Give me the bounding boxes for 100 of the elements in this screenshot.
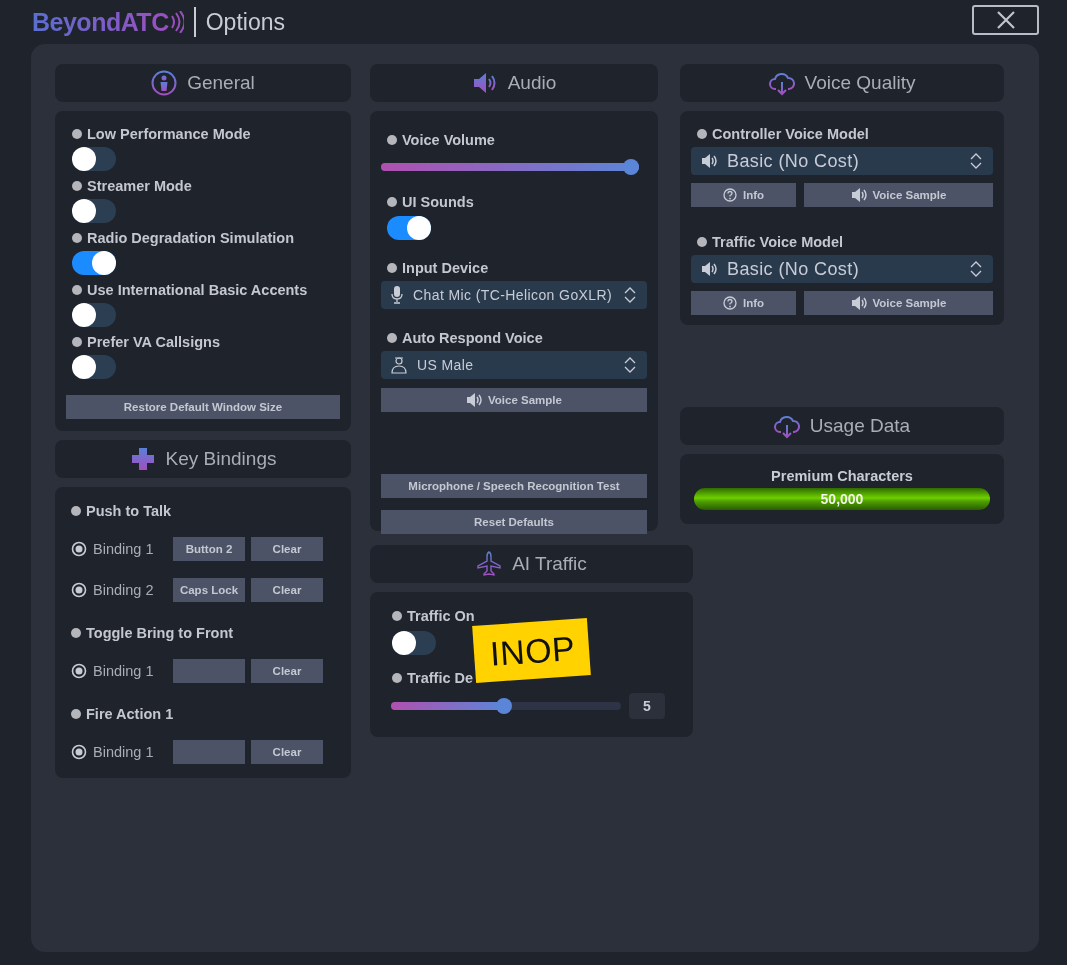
bullet-icon (72, 285, 82, 295)
radio-icon (71, 744, 87, 760)
speaker-icon (701, 154, 717, 168)
up-down-icon (623, 356, 637, 374)
bullet-icon (72, 233, 82, 243)
setting-label: Traffic On (407, 608, 475, 624)
usage-meter: 50,000 (694, 488, 990, 510)
close-button[interactable] (972, 5, 1039, 35)
setting-label: Toggle Bring to Front (86, 625, 234, 641)
action-button[interactable]: Reset Defaults (381, 510, 647, 534)
section-title: AI Traffic (512, 553, 587, 575)
bullet-icon (697, 129, 707, 139)
bullet-icon (72, 181, 82, 191)
up-down-icon (969, 260, 983, 278)
section-title: Usage Data (809, 415, 911, 437)
key-field[interactable]: Caps Lock (173, 578, 245, 602)
section-title: Audio (507, 72, 557, 94)
voice-model-dropdown[interactable]: Basic (No Cost) (691, 255, 993, 283)
setting-label: Input Device (402, 260, 489, 276)
pilot-icon (391, 356, 407, 374)
clear-button[interactable]: Clear (251, 740, 323, 764)
slider-thumb[interactable] (495, 698, 512, 714)
setting-label: Fire Action 1 (86, 706, 174, 722)
bullet-icon (71, 709, 81, 719)
info-button[interactable]: Info (691, 183, 796, 207)
radio-icon (71, 663, 87, 679)
setting-label: Push to Talk (86, 503, 172, 519)
bullet-icon (392, 611, 402, 621)
up-down-icon (623, 286, 637, 304)
slider[interactable] (381, 159, 639, 175)
binding-label: Binding 2 (93, 582, 154, 598)
bullet-icon (387, 135, 397, 145)
cloud-download-icon (773, 413, 800, 439)
toggle-switch[interactable] (392, 631, 436, 655)
close-icon (995, 10, 1016, 30)
binding-label: Binding 1 (93, 663, 154, 679)
meter-label: Premium Characters (770, 468, 914, 484)
cloud-download-icon (768, 70, 795, 96)
setting-label: Streamer Mode (87, 178, 192, 194)
voice-sample-button[interactable]: Voice Sample (804, 291, 993, 315)
value-display: 5 (629, 693, 665, 719)
toggle-switch[interactable] (72, 303, 116, 327)
bullet-icon (72, 337, 82, 347)
voice-model-dropdown[interactable]: Basic (No Cost) (691, 147, 993, 175)
bullet-icon (697, 237, 707, 247)
setting-label: Controller Voice Model (712, 126, 869, 142)
speaker-icon (850, 296, 867, 310)
section-title: General (187, 72, 255, 94)
setting-label: Prefer VA Callsigns (87, 334, 220, 350)
window-title: Options (205, 8, 285, 36)
binding-label: Binding 1 (93, 541, 154, 557)
gamepad-icon (129, 446, 156, 472)
airplane-icon (476, 551, 503, 577)
setting-label: Traffic Voice Model (712, 234, 844, 250)
bullet-icon (387, 263, 397, 273)
restore-window-button[interactable]: Restore Default Window Size (66, 395, 340, 419)
person-icon (151, 70, 178, 96)
slider-thumb[interactable] (623, 159, 639, 175)
setting-label: Voice Volume (402, 132, 495, 148)
speaker-icon (701, 262, 717, 276)
toggle-switch[interactable] (72, 199, 116, 223)
clear-button[interactable]: Clear (251, 578, 323, 602)
setting-label: Low Performance Mode (87, 126, 251, 142)
voice-sample-button[interactable]: Voice Sample (381, 388, 647, 412)
key-field[interactable] (173, 740, 245, 764)
key-field[interactable]: Button 2 (173, 537, 245, 561)
radio-icon (71, 541, 87, 557)
setting-label: Auto Respond Voice (402, 330, 543, 346)
toggle-switch[interactable] (72, 355, 116, 379)
binding-label: Binding 1 (93, 744, 154, 760)
microphone-icon (391, 286, 403, 304)
setting-label: Radio Degradation Simulation (87, 230, 295, 246)
action-button[interactable]: Microphone / Speech Recognition Test (381, 474, 647, 498)
bullet-icon (72, 129, 82, 139)
up-down-icon (969, 152, 983, 170)
speaker-icon (471, 70, 498, 96)
speaker-icon (850, 188, 867, 202)
bullet-icon (387, 333, 397, 343)
toggle-switch[interactable] (72, 147, 116, 171)
bullet-icon (392, 673, 402, 683)
bullet-icon (71, 628, 81, 638)
input-device-dropdown[interactable]: Chat Mic (TC-Helicon GoXLR) (381, 281, 647, 309)
voice-dropdown[interactable]: US Male (381, 351, 647, 379)
radio-icon (71, 582, 87, 598)
slider[interactable] (391, 698, 621, 714)
section-title: Key Bindings (165, 448, 277, 470)
setting-label: Use International Basic Accents (87, 282, 308, 298)
toggle-switch[interactable] (387, 216, 431, 240)
help-icon (722, 188, 737, 202)
setting-label: Traffic De (407, 670, 474, 686)
key-field[interactable] (173, 659, 245, 683)
voice-sample-button[interactable]: Voice Sample (804, 183, 993, 207)
clear-button[interactable]: Clear (251, 659, 323, 683)
toggle-switch[interactable] (72, 251, 116, 275)
setting-label: UI Sounds (402, 194, 474, 210)
clear-button[interactable]: Clear (251, 537, 323, 561)
bullet-icon (387, 197, 397, 207)
info-button[interactable]: Info (691, 291, 796, 315)
signal-waves-icon (169, 11, 184, 33)
bullet-icon (71, 506, 81, 516)
